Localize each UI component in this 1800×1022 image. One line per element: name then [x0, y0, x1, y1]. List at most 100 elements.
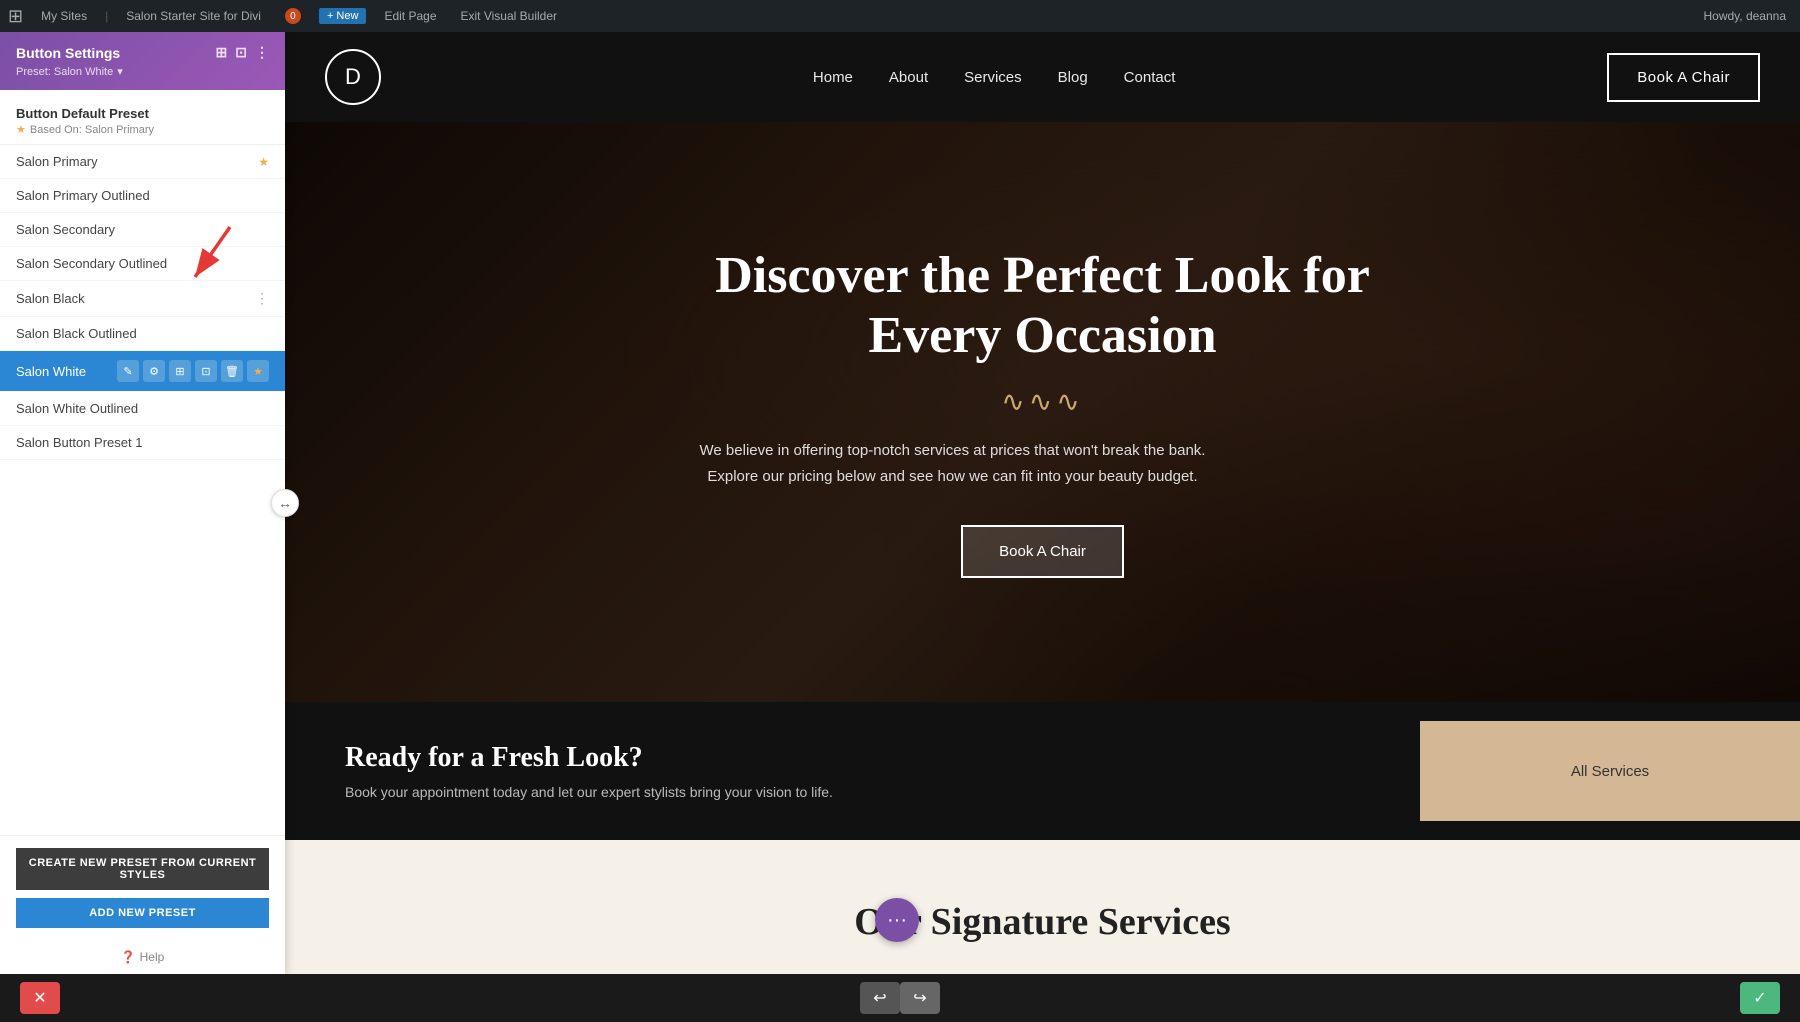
preset-item-salon-secondary[interactable]: Salon Secondary	[0, 213, 285, 247]
preset-duplicate-btn[interactable]: ⊡	[195, 360, 217, 382]
preset-star-icon: ★	[258, 155, 269, 169]
default-preset-based-text: Based On: Salon Primary	[30, 124, 154, 136]
preset-item-salon-secondary-outlined[interactable]: Salon Secondary Outlined	[0, 247, 285, 281]
site-nav-links: Home About Services Blog Contact	[813, 69, 1175, 86]
star-icon: ★	[16, 123, 26, 136]
cta-left: Ready for a Fresh Look? Book your appoin…	[285, 702, 1420, 840]
hero-title: Discover the Perfect Look for Every Occa…	[693, 246, 1393, 366]
comments-link[interactable]: 0	[279, 4, 307, 28]
site-logo: D	[325, 49, 381, 105]
create-preset-button[interactable]: CREATE NEW PRESET FROM CURRENT STYLES	[16, 848, 269, 890]
new-post-link[interactable]: + New	[319, 8, 367, 24]
floating-action-button[interactable]: ···	[875, 898, 919, 942]
howdy-user: Howdy, deanna	[1698, 5, 1793, 27]
nav-link-contact[interactable]: Contact	[1124, 69, 1176, 86]
panel-header-icons: ⊞ ⊡ ⋮	[216, 44, 269, 61]
panel-bottom: CREATE NEW PRESET FROM CURRENT STYLES AD…	[0, 835, 285, 940]
preset-copy-btn[interactable]: ⊞	[169, 360, 191, 382]
website-preview: D Home About Services Blog Contact Book …	[285, 32, 1800, 974]
preset-settings-btn[interactable]: ⚙	[143, 360, 165, 382]
nav-link-about[interactable]: About	[889, 69, 928, 86]
preset-name: Salon Primary	[16, 154, 258, 169]
howdy-label: Howdy, deanna	[1704, 9, 1787, 23]
edit-page-link[interactable]: Edit Page	[378, 5, 442, 27]
panel-icon-more[interactable]: ⋮	[255, 44, 269, 61]
confirm-icon: ✓	[1753, 988, 1766, 1008]
bottom-bar: ✕ ↩ ↪ ✓	[0, 974, 1800, 1022]
cta-subtitle: Book your appointment today and let our …	[345, 784, 1360, 800]
default-preset-based-on: ★ Based On: Salon Primary	[16, 123, 269, 136]
default-preset-name: Button Default Preset	[16, 106, 269, 121]
separator: |	[105, 9, 108, 23]
site-name-link[interactable]: Salon Starter Site for Divi	[120, 5, 267, 27]
hero-content: Discover the Perfect Look for Every Occa…	[693, 246, 1393, 579]
preset-item-salon-black[interactable]: Salon Black ⋮	[0, 281, 285, 317]
preset-name: Salon Button Preset 1	[16, 435, 269, 450]
admin-bar: ⊞ My Sites | Salon Starter Site for Divi…	[0, 0, 1800, 32]
nav-cta-button[interactable]: Book A Chair	[1607, 53, 1760, 102]
resize-handle[interactable]: ↔	[271, 489, 299, 517]
panel-icon-window[interactable]: ⊡	[235, 44, 247, 61]
services-title: Our Signature Services	[325, 900, 1760, 944]
panel-preset-selector[interactable]: Preset: Salon White ▾	[16, 65, 269, 78]
add-preset-button[interactable]: ADD NEW PRESET	[16, 898, 269, 928]
panel-preset-label-text: Preset: Salon White	[16, 66, 113, 78]
preset-name: Salon Primary Outlined	[16, 188, 269, 203]
wp-logo-icon[interactable]: ⊞	[8, 6, 23, 27]
hero-divider: ∿∿∿	[693, 385, 1393, 418]
comments-count: 0	[285, 8, 301, 24]
main-container: Button Settings ⊞ ⊡ ⋮ Preset: Salon Whit…	[0, 32, 1800, 974]
edit-page-label: Edit Page	[384, 9, 436, 23]
preset-item-salon-primary[interactable]: Salon Primary ★	[0, 145, 285, 179]
nav-link-blog[interactable]: Blog	[1058, 69, 1088, 86]
site-logo-letter: D	[345, 64, 361, 90]
preset-item-salon-white[interactable]: Salon White ✎ ⚙ ⊞ ⊡ 🗑 ★	[0, 351, 285, 392]
help-circle-icon: ❓	[121, 950, 136, 964]
panel-header: Button Settings ⊞ ⊡ ⋮ Preset: Salon Whit…	[0, 32, 285, 90]
confirm-button[interactable]: ✓	[1740, 982, 1780, 1014]
panel-icon-grid[interactable]: ⊞	[216, 44, 228, 61]
nav-link-services[interactable]: Services	[964, 69, 1022, 86]
preset-list-container: Button Default Preset ★ Based On: Salon …	[0, 90, 285, 835]
undo-icon: ↩	[873, 988, 886, 1008]
preset-name: Salon White Outlined	[16, 401, 269, 416]
default-preset-section: Button Default Preset ★ Based On: Salon …	[0, 98, 285, 145]
hero-subtitle: We believe in offering top-notch service…	[693, 438, 1213, 489]
preset-item-salon-black-outlined[interactable]: Salon Black Outlined	[0, 317, 285, 351]
exit-builder-label: Exit Visual Builder	[461, 9, 558, 23]
undo-button[interactable]: ↩	[860, 982, 900, 1014]
left-panel: Button Settings ⊞ ⊡ ⋮ Preset: Salon Whit…	[0, 32, 285, 974]
panel-title-text: Button Settings	[16, 45, 120, 61]
site-navigation: D Home About Services Blog Contact Book …	[285, 32, 1800, 122]
preset-name: Salon Black Outlined	[16, 326, 269, 341]
preset-name: Salon Black	[16, 291, 255, 306]
close-button[interactable]: ✕	[20, 982, 60, 1014]
preset-item-salon-primary-outlined[interactable]: Salon Primary Outlined	[0, 179, 285, 213]
hero-cta-button[interactable]: Book A Chair	[961, 525, 1124, 578]
services-section: Our Signature Services	[285, 840, 1800, 974]
preset-edit-btn[interactable]: ✎	[117, 360, 139, 382]
preset-item-salon-white-outlined[interactable]: Salon White Outlined	[0, 392, 285, 426]
site-name-label: Salon Starter Site for Divi	[126, 9, 261, 23]
new-label: + New	[327, 10, 359, 22]
help-label: Help	[140, 950, 165, 964]
nav-link-home[interactable]: Home	[813, 69, 853, 86]
redo-button[interactable]: ↪	[900, 982, 940, 1014]
redo-icon: ↪	[913, 988, 926, 1008]
panel-preset-dropdown-icon: ▾	[117, 65, 123, 78]
preset-toolbar: ✎ ⚙ ⊞ ⊡ 🗑 ★	[117, 360, 269, 382]
my-sites-label: My Sites	[41, 9, 87, 23]
preset-name: Salon Secondary	[16, 222, 269, 237]
floating-btn-icon: ···	[887, 909, 907, 932]
help-link[interactable]: ❓ Help	[0, 940, 285, 974]
admin-bar-right: Howdy, deanna	[1698, 5, 1793, 27]
my-sites-link[interactable]: My Sites	[35, 5, 93, 27]
preset-more-icon[interactable]: ⋮	[255, 290, 269, 307]
preset-star-btn[interactable]: ★	[247, 360, 269, 382]
all-services-button[interactable]: All Services	[1420, 721, 1800, 821]
exit-builder-link[interactable]: Exit Visual Builder	[455, 5, 564, 27]
preset-delete-btn[interactable]: 🗑	[221, 360, 243, 382]
cta-section: Ready for a Fresh Look? Book your appoin…	[285, 702, 1800, 840]
cta-title: Ready for a Fresh Look?	[345, 742, 1360, 774]
preset-item-salon-button-preset-1[interactable]: Salon Button Preset 1	[0, 426, 285, 460]
